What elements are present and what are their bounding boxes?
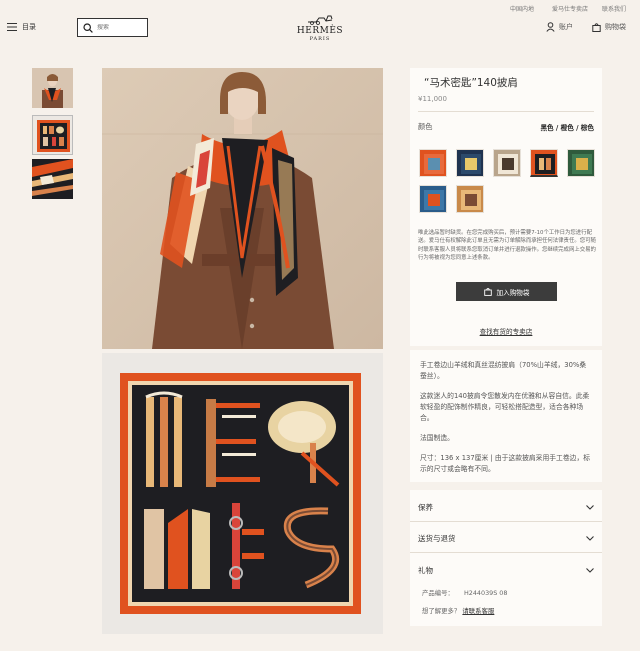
product-details-accordion: 保养 送货与退货 礼物 产品编号： H244039S 08 想了解更多？ 请联系… xyxy=(410,490,602,626)
chevron-down-icon xyxy=(586,536,594,541)
model-photo-thumb xyxy=(32,68,73,108)
color-swatch-5[interactable] xyxy=(567,149,595,177)
product-title: “马术密匙”140披肩 xyxy=(424,77,518,89)
menu-button[interactable]: 目录 xyxy=(7,22,36,32)
chevron-down-icon xyxy=(586,567,594,573)
menu-label: 目录 xyxy=(22,23,36,31)
site-header: 目录 HERMÈS PARIS 账户 购物袋 xyxy=(0,14,640,48)
accordion-gift[interactable]: 礼物 xyxy=(410,556,602,584)
description-material: 手工卷边山羊绒和真丝混纺披肩（70%山羊绒，30%桑蚕丝）。 xyxy=(420,361,587,380)
swatch-image xyxy=(457,186,483,212)
reference-value: H244039S 08 xyxy=(464,589,508,597)
product-price: ¥11,000 xyxy=(418,95,447,103)
color-swatch-6[interactable] xyxy=(419,185,447,213)
color-swatch-2[interactable] xyxy=(456,149,484,177)
region-link[interactable]: 中国内地 xyxy=(510,4,534,13)
scarf-thumb xyxy=(33,116,72,154)
cart-button[interactable]: 购物袋 xyxy=(592,22,626,32)
description-body: 这款迷人的140披肩令您散发内在优雅和从容自信。此柔软轻盈的配饰制作精良，可轻松… xyxy=(420,392,590,422)
user-icon xyxy=(546,22,555,32)
product-reference: 产品编号： H244039S 08 xyxy=(422,588,507,597)
find-store-link[interactable]: 查找有货的专卖店 xyxy=(410,326,602,336)
help-line: 想了解更多？ 请联系客服 xyxy=(422,606,494,615)
color-label: 颜色 xyxy=(418,122,433,131)
product-image-scarf[interactable] xyxy=(102,353,383,634)
add-button-label: 加入购物袋 xyxy=(496,288,530,297)
swatch-image xyxy=(457,150,483,176)
divider xyxy=(418,111,594,112)
color-swatch-3[interactable] xyxy=(493,149,521,177)
color-swatch-1[interactable] xyxy=(419,149,447,177)
swatch-image xyxy=(568,150,594,176)
search-input[interactable] xyxy=(97,24,143,31)
thumbnail-detail[interactable] xyxy=(32,159,73,199)
bag-icon xyxy=(483,288,492,296)
description-size: 尺寸：136 x 137厘米 | 由于这款披肩采用手工卷边，标示的尺寸或会略有不… xyxy=(420,454,591,473)
search-icon xyxy=(83,22,93,33)
accordion-shipping-label: 送货与退货 xyxy=(418,534,456,543)
thumbnail-model[interactable] xyxy=(32,68,73,108)
carriage-logo-icon xyxy=(308,15,333,25)
reference-label: 产品编号： xyxy=(422,589,454,597)
selected-color: 黑色 / 橙色 / 棕色 xyxy=(540,124,594,132)
product-description: 手工卷边山羊绒和真丝混纺披肩（70%山羊绒，30%桑蚕丝）。 这款迷人的140披… xyxy=(410,350,602,482)
swatch-image xyxy=(531,150,557,175)
detail-thumb xyxy=(32,159,73,199)
thumbnail-scarf[interactable] xyxy=(32,115,73,155)
accordion-gift-label: 礼物 xyxy=(418,565,433,575)
brand-logo[interactable]: HERMÈS PARIS xyxy=(290,14,350,42)
color-swatch-4-selected[interactable] xyxy=(530,149,558,177)
bag-icon xyxy=(592,23,601,32)
scarf-flat-photo xyxy=(102,353,383,634)
swatch-image xyxy=(494,150,520,176)
top-bar: 中国内地 爱马仕专卖店 联系我们 xyxy=(0,0,640,14)
account-button[interactable]: 账户 xyxy=(546,22,573,32)
contact-link[interactable]: 联系我们 xyxy=(602,4,626,13)
logo-city: PARIS xyxy=(309,36,331,42)
add-to-bag-button[interactable]: 加入购物袋 xyxy=(456,282,557,301)
help-text: 想了解更多？ xyxy=(422,607,461,615)
availability-note: 唯此选品暂时缺货。在您完成购买后，预计需要7-10个工作日为您进行配送。爱马仕有… xyxy=(418,230,596,262)
cart-label: 购物袋 xyxy=(605,23,626,31)
hamburger-icon xyxy=(7,23,17,31)
accordion-shipping[interactable]: 送货与退货 xyxy=(410,525,602,553)
model-wearing-scarf-photo xyxy=(102,68,383,349)
swatch-image xyxy=(420,186,446,212)
description-origin: 法国制造。 xyxy=(420,434,454,442)
product-info-panel: “马术密匙”140披肩 ¥11,000 颜色 黑色 / 橙色 / 棕色 唯此选品… xyxy=(410,68,602,346)
accordion-care-label: 保养 xyxy=(418,503,433,512)
stores-link[interactable]: 爱马仕专卖店 xyxy=(552,4,588,13)
product-image-model[interactable] xyxy=(102,68,383,349)
swatch-image xyxy=(420,150,446,176)
account-label: 账户 xyxy=(559,23,573,31)
chevron-down-icon xyxy=(586,505,594,510)
color-swatch-7[interactable] xyxy=(456,185,484,213)
accordion-care[interactable]: 保养 xyxy=(410,494,602,522)
contact-service-link[interactable]: 请联系客服 xyxy=(462,607,494,615)
logo-brand: HERMÈS xyxy=(296,26,344,36)
search-box[interactable] xyxy=(77,18,148,37)
